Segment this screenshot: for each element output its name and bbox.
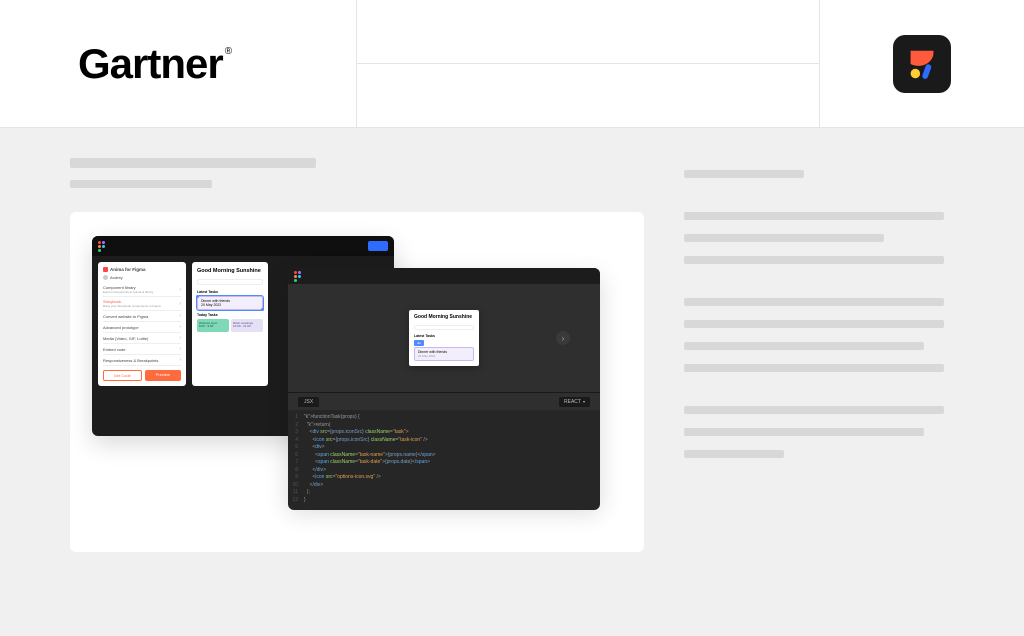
placeholder-line xyxy=(684,364,944,372)
mini-mock: Good Morning Sunshine Latest Tasks div D… xyxy=(409,310,479,366)
code-line: 9 <icon src="options-icon.svg" /> xyxy=(288,474,600,482)
placeholder-line xyxy=(684,320,944,328)
mini-task[interactable]: Dinner with friends 20 May 2022 xyxy=(414,347,474,361)
header-grid xyxy=(356,0,820,127)
get-code-button[interactable]: Get Code xyxy=(103,370,142,381)
mock-section-label: Today Tasks xyxy=(197,313,263,317)
placeholder-line xyxy=(684,212,944,220)
mock-pill[interactable]: Workout Gym 8:00 - 9:00 xyxy=(197,319,229,332)
code-titlebar xyxy=(288,268,600,284)
sidebar-item[interactable]: Advanced prototype xyxy=(103,322,181,333)
sidebar-item[interactable]: Convert website to Figma xyxy=(103,311,181,322)
showcase-card: Anima for Figma Andrey Component library… xyxy=(70,212,644,552)
code-line: 8 </div> xyxy=(288,467,600,475)
placeholder-line xyxy=(684,428,924,436)
figma-icon xyxy=(294,271,302,282)
plugin-sidebar: Anima for Figma Andrey Component library… xyxy=(98,262,186,386)
sidebar-item[interactable]: Component libraryExport components to An… xyxy=(103,283,181,297)
mock-task-selected[interactable]: Dinner with friends 20 May 2022 xyxy=(197,296,263,310)
header-cell-top xyxy=(356,0,820,64)
placeholder-line xyxy=(684,234,884,242)
code-line: 10 </div> xyxy=(288,482,600,490)
placeholder-line xyxy=(684,450,784,458)
mini-heading: Good Morning Sunshine xyxy=(414,315,474,321)
header: Gartner xyxy=(0,0,1024,128)
brand-logo: Gartner xyxy=(78,40,229,88)
app-badge-icon xyxy=(893,35,951,93)
body: Anima for Figma Andrey Component library… xyxy=(0,128,1024,636)
next-arrow-button[interactable]: › xyxy=(556,331,570,345)
design-mock: Good Morning Sunshine Latest Tasks Dinne… xyxy=(192,262,268,386)
header-badge-area xyxy=(820,0,1024,127)
code-line: 6 <span className="task-name">{props.nam… xyxy=(288,452,600,460)
code-tabbar: JSX REACT xyxy=(288,392,600,410)
figma-icon xyxy=(98,241,106,252)
placeholder-line xyxy=(70,158,316,168)
framework-select[interactable]: REACT xyxy=(559,397,590,407)
preview-button[interactable]: Preview xyxy=(145,370,182,381)
code-line: 3 <div src={props.iconSrc} className="ta… xyxy=(288,429,600,437)
code-line: 1"k">function Task(props) { xyxy=(288,414,600,422)
mini-search[interactable] xyxy=(414,325,474,330)
plugin-title: Anima for Figma xyxy=(103,267,181,272)
code-line: 2 "k">return ( xyxy=(288,422,600,430)
mock-heading: Good Morning Sunshine xyxy=(197,268,263,274)
stage: Anima for Figma Andrey Component library… xyxy=(92,236,622,512)
mock-search[interactable] xyxy=(197,279,263,285)
mini-section: Latest Tasks xyxy=(414,334,474,338)
sidebar-item[interactable]: Embed code xyxy=(103,344,181,355)
code-window: Good Morning Sunshine Latest Tasks div D… xyxy=(288,268,600,504)
sidebar-item[interactable]: Media (Video, GIF, Lottie) xyxy=(103,333,181,344)
mock-pill[interactable]: Work meetings 10:00 - 11:00 xyxy=(231,319,263,332)
preview-area: Good Morning Sunshine Latest Tasks div D… xyxy=(288,284,600,392)
header-brand-area: Gartner xyxy=(0,0,356,127)
placeholder-line xyxy=(684,170,804,178)
placeholder-line xyxy=(684,256,944,264)
placeholder-line xyxy=(684,298,944,306)
element-chip: div xyxy=(414,340,424,346)
share-button[interactable] xyxy=(368,241,388,251)
placeholder-line xyxy=(70,180,212,188)
code-line: 5 <div> xyxy=(288,444,600,452)
task-date: 20 May 2022 xyxy=(201,303,259,307)
placeholder-line xyxy=(684,406,944,414)
code-line: 7 <span className="task-date">{props.dat… xyxy=(288,459,600,467)
right-column xyxy=(684,158,954,636)
code-line: 4 <icon src={props.iconSrc} className="t… xyxy=(288,437,600,445)
plugin-user: Andrey xyxy=(103,275,181,280)
sidebar-item[interactable]: StorybookBring your Storybook components… xyxy=(103,297,181,311)
code-line: 11 ); xyxy=(288,489,600,497)
code-editor: 1"k">function Task(props) {2 "k">return … xyxy=(288,410,600,510)
placeholder-line xyxy=(684,342,924,350)
sidebar-item[interactable]: Responsiveness & Breakpoints xyxy=(103,355,181,366)
header-cell-bottom xyxy=(356,64,820,127)
code-line: 12} xyxy=(288,497,600,505)
code-tab-jsx[interactable]: JSX xyxy=(298,397,319,407)
mock-section-label: Latest Tasks xyxy=(197,290,263,294)
left-column: Anima for Figma Andrey Component library… xyxy=(70,158,644,636)
figma-titlebar xyxy=(92,236,394,256)
